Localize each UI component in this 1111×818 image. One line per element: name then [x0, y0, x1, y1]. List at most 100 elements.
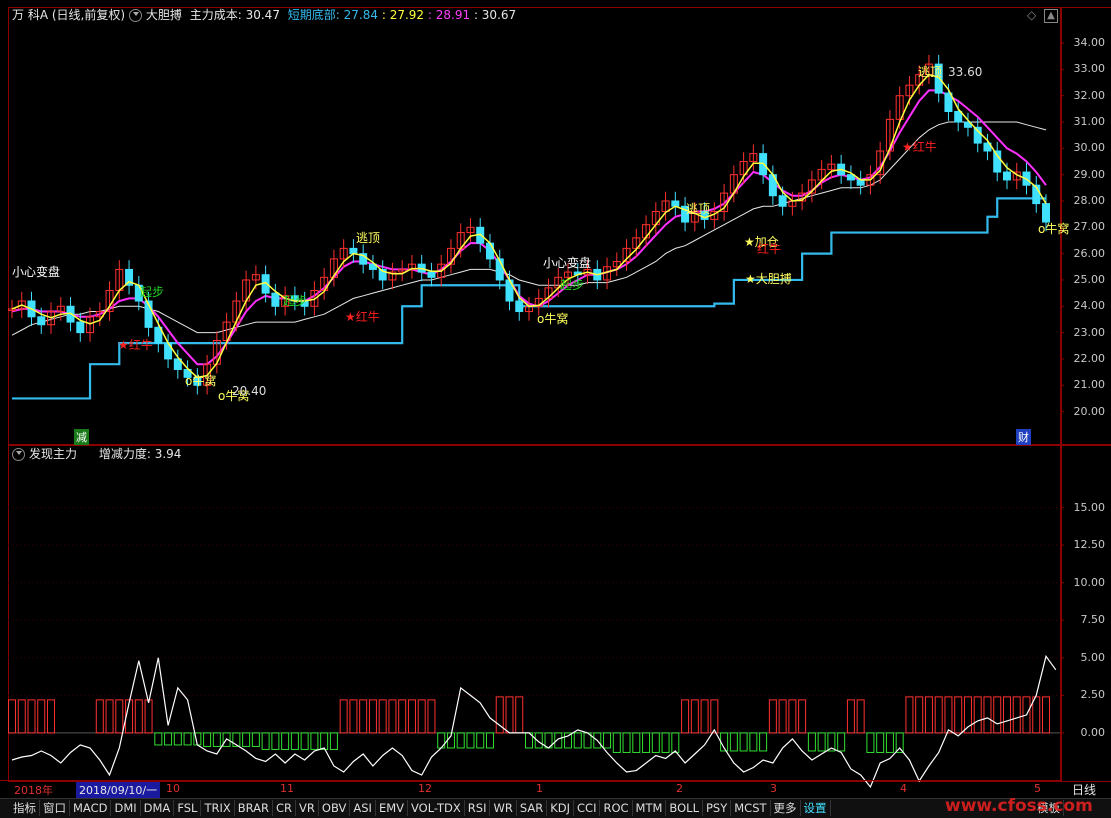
watermark: www.cfoss.com — [945, 796, 1093, 816]
price-tick-label: 28.00 — [1073, 193, 1106, 207]
time-axis: 2018年 2018/09/10/一 10 11 12 1 2 3 4 5 — [0, 780, 1060, 798]
signal-annotation: 33.60 — [948, 65, 983, 79]
indicator-dropdown-icon[interactable] — [128, 9, 142, 22]
lower-header: 发现主力 增减力度: 3.94 — [12, 445, 181, 463]
indicator-tab[interactable]: BOLL — [666, 800, 703, 816]
strength-value: 3.94 — [154, 447, 182, 461]
indicator-tab[interactable]: MTM — [633, 800, 667, 816]
indicator-tab[interactable]: TRIX — [201, 800, 235, 816]
lower-chart-frame — [8, 444, 1062, 782]
indicator-tab[interactable]: MACD — [70, 800, 112, 816]
value-3: : 30.67 — [473, 8, 517, 22]
signal-annotation: 红牛 — [757, 242, 782, 256]
indicator-tab[interactable]: VR — [296, 800, 319, 816]
signal-annotation: 逃顶 — [918, 65, 943, 79]
value-1: : 27.92 — [381, 8, 425, 22]
indicator-tab[interactable]: VOL-TDX — [408, 800, 465, 816]
lower-tick-label: 12.50 — [1073, 538, 1106, 552]
price-tick-label: 20.00 — [1073, 404, 1106, 418]
lower-tick-label: 10.00 — [1073, 575, 1106, 589]
diamond-icon[interactable]: ◇ — [1027, 8, 1036, 22]
price-tick-label: 22.00 — [1073, 351, 1106, 365]
indicator-tab[interactable]: ASI — [350, 800, 376, 816]
time-label: 11 — [280, 782, 294, 795]
indicator-tab[interactable]: 指标 — [10, 800, 40, 816]
signal-annotation: 20.40 — [232, 384, 267, 398]
signal-annotation: ★红牛 — [902, 140, 937, 154]
signal-annotation: o牛窝 — [185, 374, 217, 388]
time-label: 12 — [418, 782, 432, 795]
decrease-marker: 减 — [74, 429, 89, 445]
main-chart-frame — [8, 7, 1062, 446]
time-label: 2 — [676, 782, 683, 795]
price-tick-label: 29.00 — [1073, 167, 1106, 181]
indicator-tab[interactable]: FSL — [174, 800, 202, 816]
close-panel-icon[interactable]: ▲ — [1044, 9, 1058, 23]
bottom-label: 短期底部: — [287, 8, 340, 22]
signal-annotation: o牛窝 — [1038, 222, 1070, 236]
strength-label: 增减力度: — [98, 447, 151, 461]
price-tick-label: 24.00 — [1073, 299, 1106, 313]
indicator-tab[interactable]: CCI — [574, 800, 601, 816]
signal-annotation: 起步 — [560, 278, 585, 292]
indicator-name[interactable]: 大胆搏 — [146, 8, 182, 22]
price-tick-label: 32.00 — [1073, 88, 1106, 102]
indicator-tab[interactable]: RSI — [465, 800, 491, 816]
stock-name: 万 科A — [12, 8, 49, 22]
lower-tick-label: 7.50 — [1080, 613, 1106, 627]
time-label: 10 — [166, 782, 180, 795]
lower-indicator-dropdown-icon[interactable] — [12, 448, 25, 461]
price-tick-label: 33.00 — [1073, 62, 1106, 76]
signal-annotation: 起步 — [140, 285, 165, 299]
indicator-tab[interactable]: MCST — [731, 800, 771, 816]
lower-tick-label: 5.00 — [1080, 650, 1106, 664]
time-label: 3 — [770, 782, 777, 795]
signal-annotation: ★红牛 — [118, 338, 153, 352]
indicator-tab[interactable]: PSY — [703, 800, 732, 816]
indicator-tab[interactable]: DMA — [141, 800, 175, 816]
lower-indicator-name[interactable]: 发现主力 — [29, 447, 77, 461]
chart-header: 万 科A (日线,前复权) 大胆搏 主力成本: 30.47 短期底部: 27.8… — [12, 6, 516, 24]
signal-annotation: 起步 — [283, 294, 308, 308]
indicator-tab[interactable]: ROC — [600, 800, 633, 816]
cost-label: 主力成本: — [189, 8, 242, 22]
cost-value: 30.47 — [245, 8, 280, 22]
signal-annotation: 小心变盘 — [12, 265, 61, 279]
signal-annotation: 逃顶 — [356, 231, 381, 245]
price-tick-label: 25.00 — [1073, 272, 1106, 286]
price-tick-label: 21.00 — [1073, 378, 1106, 392]
indicator-tab[interactable]: EMV — [376, 800, 408, 816]
signal-annotation: ★大胆搏 — [745, 272, 792, 286]
time-label: 1 — [536, 782, 543, 795]
indicator-tab[interactable]: 更多 — [771, 800, 801, 816]
indicator-tab[interactable]: 窗口 — [40, 800, 70, 816]
time-label: 5 — [1034, 782, 1041, 795]
indicator-tab[interactable]: 设置 — [801, 800, 831, 816]
time-label: 2018/09/10/一 — [76, 782, 161, 798]
signal-annotation: o牛窝 — [537, 312, 569, 326]
price-tick-label: 23.00 — [1073, 325, 1106, 339]
indicator-tab[interactable]: WR — [490, 800, 517, 816]
indicator-tab[interactable]: DMI — [111, 800, 141, 816]
indicator-tab[interactable]: CR — [273, 800, 297, 816]
price-tick-label: 30.00 — [1073, 141, 1106, 155]
finance-marker: 财 — [1016, 429, 1031, 445]
price-tick-label: 27.00 — [1073, 220, 1106, 234]
bottom-value: 27.84 — [343, 8, 379, 22]
time-label: 2018年 — [14, 784, 53, 797]
signal-annotation: 逃顶 — [686, 202, 711, 216]
lower-tick-label: 0.00 — [1080, 725, 1106, 739]
indicator-tab[interactable]: BRAR — [235, 800, 274, 816]
signal-annotation: ★红牛 — [345, 310, 380, 324]
time-label: 4 — [900, 782, 907, 795]
indicator-tab[interactable]: KDJ — [547, 800, 575, 816]
price-tick-label: 26.00 — [1073, 246, 1106, 260]
signal-annotation: 小心变盘 — [543, 256, 592, 270]
price-tick-label: 31.00 — [1073, 115, 1106, 129]
indicator-tab[interactable]: OBV — [319, 800, 351, 816]
period-label: (日线,前复权) — [51, 8, 126, 22]
indicator-tab[interactable]: SAR — [517, 800, 548, 816]
price-tick-label: 34.00 — [1073, 36, 1106, 50]
lower-tick-label: 15.00 — [1073, 500, 1106, 514]
value-2: : 28.91 — [427, 8, 471, 22]
